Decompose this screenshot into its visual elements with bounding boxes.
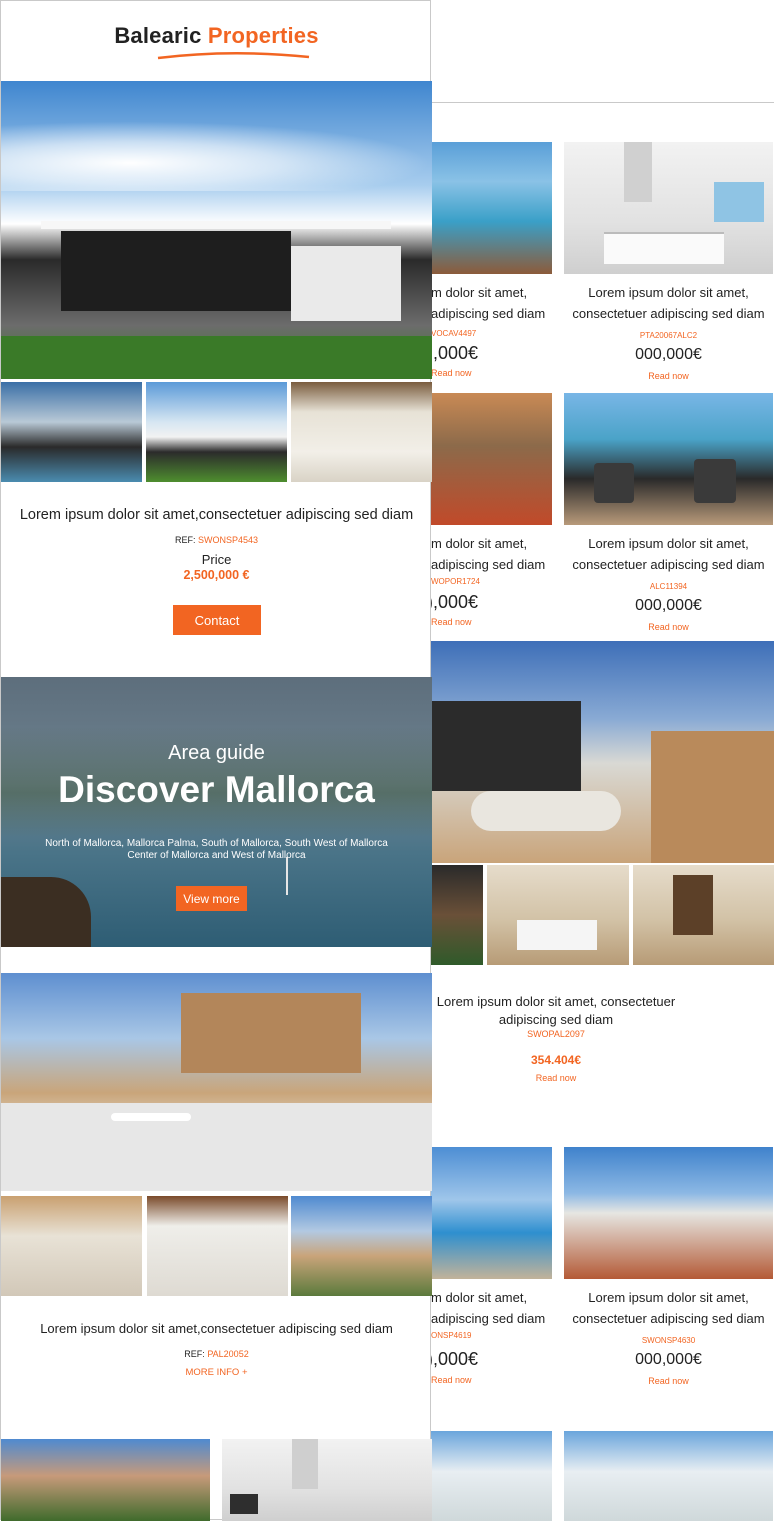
contact-button[interactable]: Contact [173, 605, 261, 635]
property-ref-line: REF: SWONSP4543 [1, 535, 432, 545]
price-label: Price [201, 552, 232, 567]
terrace-thumb[interactable] [1, 1196, 142, 1296]
more-info-link[interactable]: MORE INFO + [1, 1367, 432, 1378]
balcony-photo[interactable] [431, 393, 552, 525]
listing-price: 000,000€ [635, 1351, 702, 1368]
living-thumb[interactable] [147, 1196, 288, 1296]
listing-title: consectetuer adipiscing sed diam [572, 306, 765, 321]
listing-price: 000,000€ [635, 346, 702, 363]
listing-price: ),000€ [427, 343, 479, 363]
read-now-link[interactable]: Read now [564, 1376, 773, 1386]
house-thumb-pool[interactable] [1, 382, 142, 482]
garden-pool-photo[interactable] [431, 1147, 552, 1279]
listing-ref: VOCAV4497 [431, 329, 477, 338]
hero-house-photo[interactable] [1, 81, 432, 379]
listing-title: adipiscing sed diam [431, 306, 546, 321]
lounge-photo[interactable] [431, 865, 483, 965]
background-newsletter-page: m dolor sit amet, adipiscing sed diam VO… [427, 102, 774, 1521]
feature-title: adipiscing sed diam [498, 1012, 614, 1027]
white-apartment-photo[interactable] [431, 1431, 552, 1521]
listing-ref: ONSP4619 [431, 1331, 472, 1340]
listing-title: m dolor sit amet, [431, 536, 528, 551]
property-ref: PAL20052 [207, 1349, 249, 1359]
pool-villa-photo[interactable] [431, 142, 552, 274]
kitchen-photo[interactable] [564, 142, 773, 274]
house-thumb-exterior[interactable] [146, 382, 287, 482]
feature-title: Lorem ipsum dolor sit amet, consectetuer [436, 994, 676, 1009]
area-guide-areas: Center of Mallorca and West of Mallorca [127, 850, 306, 861]
brand-name-part2: Properties [207, 23, 319, 48]
listing-title: m dolor sit amet, [431, 1290, 528, 1305]
property-title: Lorem ipsum dolor sit amet,consectetuer … [40, 1321, 393, 1336]
listing-title: m dolor sit amet, [431, 285, 528, 300]
read-now-link[interactable]: Read now [431, 1073, 681, 1083]
listing-ref: SWONSP4630 [641, 1336, 696, 1345]
listing-ref: ALC11394 [649, 582, 688, 591]
listing-ref: WOPOR1724 [431, 577, 480, 586]
view-more-button[interactable]: View more [176, 886, 247, 911]
listing-title: Lorem ipsum dolor sit amet, [588, 1290, 749, 1305]
ref-label: REF: [174, 535, 196, 545]
feature-ref: SWOPAL2097 [527, 1029, 585, 1039]
house-thumb-living[interactable] [291, 382, 432, 482]
property-price: 2,500,000 € [183, 568, 250, 582]
listing-title: adipiscing sed diam [431, 1311, 546, 1326]
property-title: Lorem ipsum dolor sit amet,consectetuer … [19, 507, 414, 523]
bedroom-photo[interactable] [487, 865, 629, 965]
living-room-photo[interactable] [633, 865, 774, 965]
feature-price: 354.404€ [530, 1053, 582, 1067]
listing-title: adipiscing sed diam [431, 557, 546, 572]
brand-name-part1: Balearic [114, 23, 202, 48]
cathedral-terrace-photo[interactable] [1, 973, 432, 1191]
rooftop-terrace-photo[interactable] [431, 641, 774, 863]
area-guide-kicker: Area guide [168, 742, 265, 764]
listing-ref: PTA20067ALC2 [639, 331, 698, 340]
read-now-link[interactable]: Read now [431, 617, 472, 627]
cathedral-thumb[interactable] [291, 1196, 432, 1296]
area-guide-title: Discover Mallorca [58, 769, 375, 810]
harbor-terrace-photo[interactable] [564, 393, 773, 525]
white-villa-photo[interactable] [564, 1431, 773, 1521]
property-ref-line: REF: PAL20052 [1, 1349, 432, 1359]
read-now-link[interactable]: Read now [564, 622, 773, 632]
read-now-link[interactable]: Read now [431, 1375, 472, 1385]
rooftop-terrace-photo[interactable] [564, 1147, 773, 1279]
area-guide-areas: North of Mallorca, Mallorca Palma, South… [45, 838, 388, 849]
kitchen-photo[interactable] [222, 1439, 432, 1521]
listing-title: Lorem ipsum dolor sit amet, [588, 536, 749, 551]
listing-title: consectetuer adipiscing sed diam [572, 1311, 765, 1326]
read-now-link[interactable]: Read now [564, 371, 773, 381]
listing-title: consectetuer adipiscing sed diam [572, 557, 765, 572]
listing-price: 000,000€ [635, 597, 702, 614]
villa-garden-photo[interactable] [1, 1439, 210, 1521]
ref-label: REF: [184, 1349, 205, 1359]
listing-title: Lorem ipsum dolor sit amet, [588, 285, 749, 300]
listing-price: ),000€ [427, 592, 479, 612]
logo-swoosh-icon [157, 51, 310, 60]
brand-logo[interactable]: Balearic Properties [1, 23, 432, 49]
property-ref: SWONSP4543 [198, 535, 259, 545]
listing-price: ),000€ [427, 1349, 479, 1369]
newsletter-page: Balearic Properties Lorem ipsum dolor si… [0, 0, 432, 1521]
read-now-link[interactable]: Read now [431, 368, 472, 378]
